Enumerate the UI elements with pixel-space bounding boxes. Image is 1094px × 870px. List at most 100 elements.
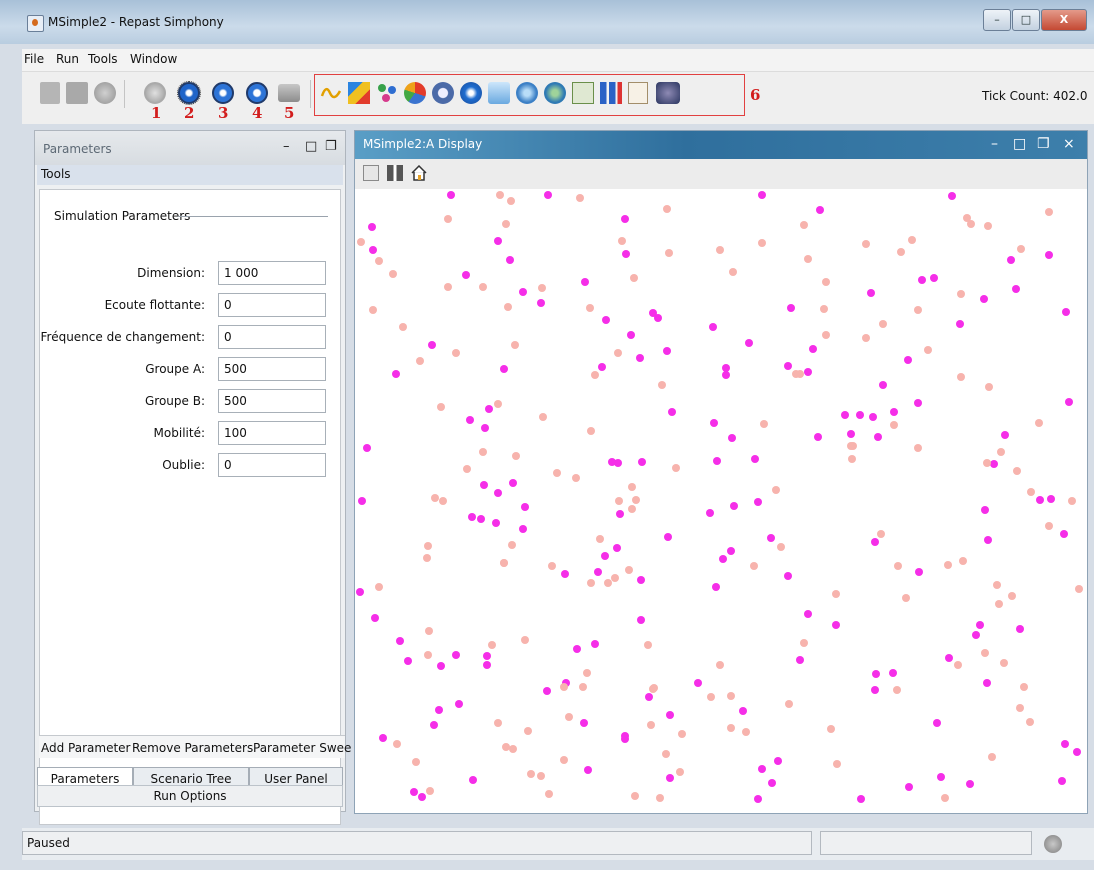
agent-group-a [494, 237, 502, 245]
home-icon[interactable] [411, 164, 427, 181]
window-title: MSimple2 - Repast Simphony [48, 15, 224, 29]
agent-group-b [579, 683, 587, 691]
info-icon[interactable] [1044, 835, 1062, 853]
param-input-mobilite[interactable]: 100 [218, 421, 326, 445]
agent-group-a [754, 795, 762, 803]
agent-group-b [389, 270, 397, 278]
agent-group-b [1020, 683, 1028, 691]
parameter-sweep-button[interactable]: Parameter Swee [253, 741, 351, 755]
database-icon[interactable] [94, 82, 116, 104]
agent-group-b [647, 721, 655, 729]
agent-group-b [1008, 592, 1016, 600]
panel-minimize-icon[interactable]: – [283, 139, 290, 154]
agent-group-a [784, 572, 792, 580]
agent-group-b [716, 246, 724, 254]
agent-group-a [981, 506, 989, 514]
remove-parameters-button[interactable]: Remove Parameters [132, 741, 253, 755]
agent-group-b [1075, 585, 1083, 593]
agent-group-b [628, 483, 636, 491]
agent-group-a [584, 766, 592, 774]
agent-group-a [713, 457, 721, 465]
agent-group-a [494, 489, 502, 497]
status-bar: Paused [22, 828, 1094, 860]
init-run-icon[interactable] [144, 82, 166, 104]
maximize-button[interactable]: □ [1012, 9, 1040, 31]
agent-group-a [694, 679, 702, 687]
agent-group-a [719, 555, 727, 563]
agent-group-a [637, 616, 645, 624]
agent-group-b [1013, 467, 1021, 475]
agent-group-a [594, 568, 602, 576]
run-options-tab[interactable]: Run Options [37, 785, 343, 807]
display-minimize-icon[interactable]: – [991, 136, 998, 152]
param-input-dimension[interactable]: 1 000 [218, 261, 326, 285]
agent-group-b [1026, 718, 1034, 726]
agent-display-canvas[interactable] [355, 189, 1087, 813]
agent-group-b [431, 494, 439, 502]
agent-group-a [544, 191, 552, 199]
minimize-button[interactable]: – [983, 9, 1011, 31]
agent-group-a [404, 657, 412, 665]
agent-group-b [1045, 208, 1053, 216]
agent-group-b [658, 381, 666, 389]
agent-group-a [616, 510, 624, 518]
save-icon[interactable] [66, 82, 88, 104]
agent-group-a [1045, 251, 1053, 259]
agent-group-a [573, 645, 581, 653]
menu-run[interactable]: Run [56, 52, 79, 66]
agent-group-b [848, 455, 856, 463]
display-maximize-icon[interactable]: □ [1013, 136, 1026, 152]
agent-group-a [739, 707, 747, 715]
agent-group-b [545, 790, 553, 798]
agent-group-b [604, 579, 612, 587]
stop-run-icon[interactable] [246, 82, 268, 104]
agent-group-b [1068, 497, 1076, 505]
start-run-icon[interactable] [177, 81, 201, 105]
param-input-ecoute-flottante[interactable]: 0 [218, 293, 326, 317]
agent-group-a [447, 191, 455, 199]
agent-group-b [426, 787, 434, 795]
agent-group-a [664, 533, 672, 541]
panel-restore-icon[interactable]: ❐ [325, 139, 337, 154]
agent-group-a [1016, 625, 1024, 633]
agent-group-b [500, 559, 508, 567]
agent-group-b [727, 692, 735, 700]
agent-group-b [511, 341, 519, 349]
agent-group-a [871, 538, 879, 546]
param-input-oublie[interactable]: 0 [218, 453, 326, 477]
movie-icon[interactable] [387, 165, 403, 181]
agent-group-b [479, 448, 487, 456]
camera-icon[interactable] [363, 165, 379, 181]
display-toolbar [355, 159, 1087, 189]
display-restore-icon[interactable]: ❐ [1037, 136, 1050, 152]
agent-group-b [742, 728, 750, 736]
reset-run-icon[interactable] [278, 84, 300, 102]
display-close-icon[interactable]: × [1063, 136, 1075, 152]
add-parameter-button[interactable]: Add Parameter [41, 741, 130, 755]
agent-group-a [709, 323, 717, 331]
agent-group-a [602, 316, 610, 324]
agent-group-a [668, 408, 676, 416]
agent-group-a [879, 381, 887, 389]
tools-bar[interactable]: Tools [37, 165, 343, 185]
step-run-icon[interactable] [212, 82, 234, 104]
agent-group-b [539, 413, 547, 421]
agent-group-b [512, 452, 520, 460]
close-button[interactable]: X [1041, 9, 1087, 31]
agent-group-a [784, 362, 792, 370]
menu-tools[interactable]: Tools [88, 52, 118, 66]
agent-group-a [706, 509, 714, 517]
agent-group-b [587, 427, 595, 435]
panel-maximize-icon[interactable]: □ [305, 139, 317, 154]
param-input-groupe-b[interactable]: 500 [218, 389, 326, 413]
agent-group-b [662, 750, 670, 758]
menu-file[interactable]: File [24, 52, 44, 66]
menu-window[interactable]: Window [130, 52, 177, 66]
agent-group-b [553, 469, 561, 477]
load-model-icon[interactable] [40, 82, 60, 104]
param-input-frequence[interactable]: 0 [218, 325, 326, 349]
param-input-groupe-a[interactable]: 500 [218, 357, 326, 381]
java-app-icon [27, 15, 44, 32]
agent-group-b [416, 357, 424, 365]
agent-group-b [548, 562, 556, 570]
